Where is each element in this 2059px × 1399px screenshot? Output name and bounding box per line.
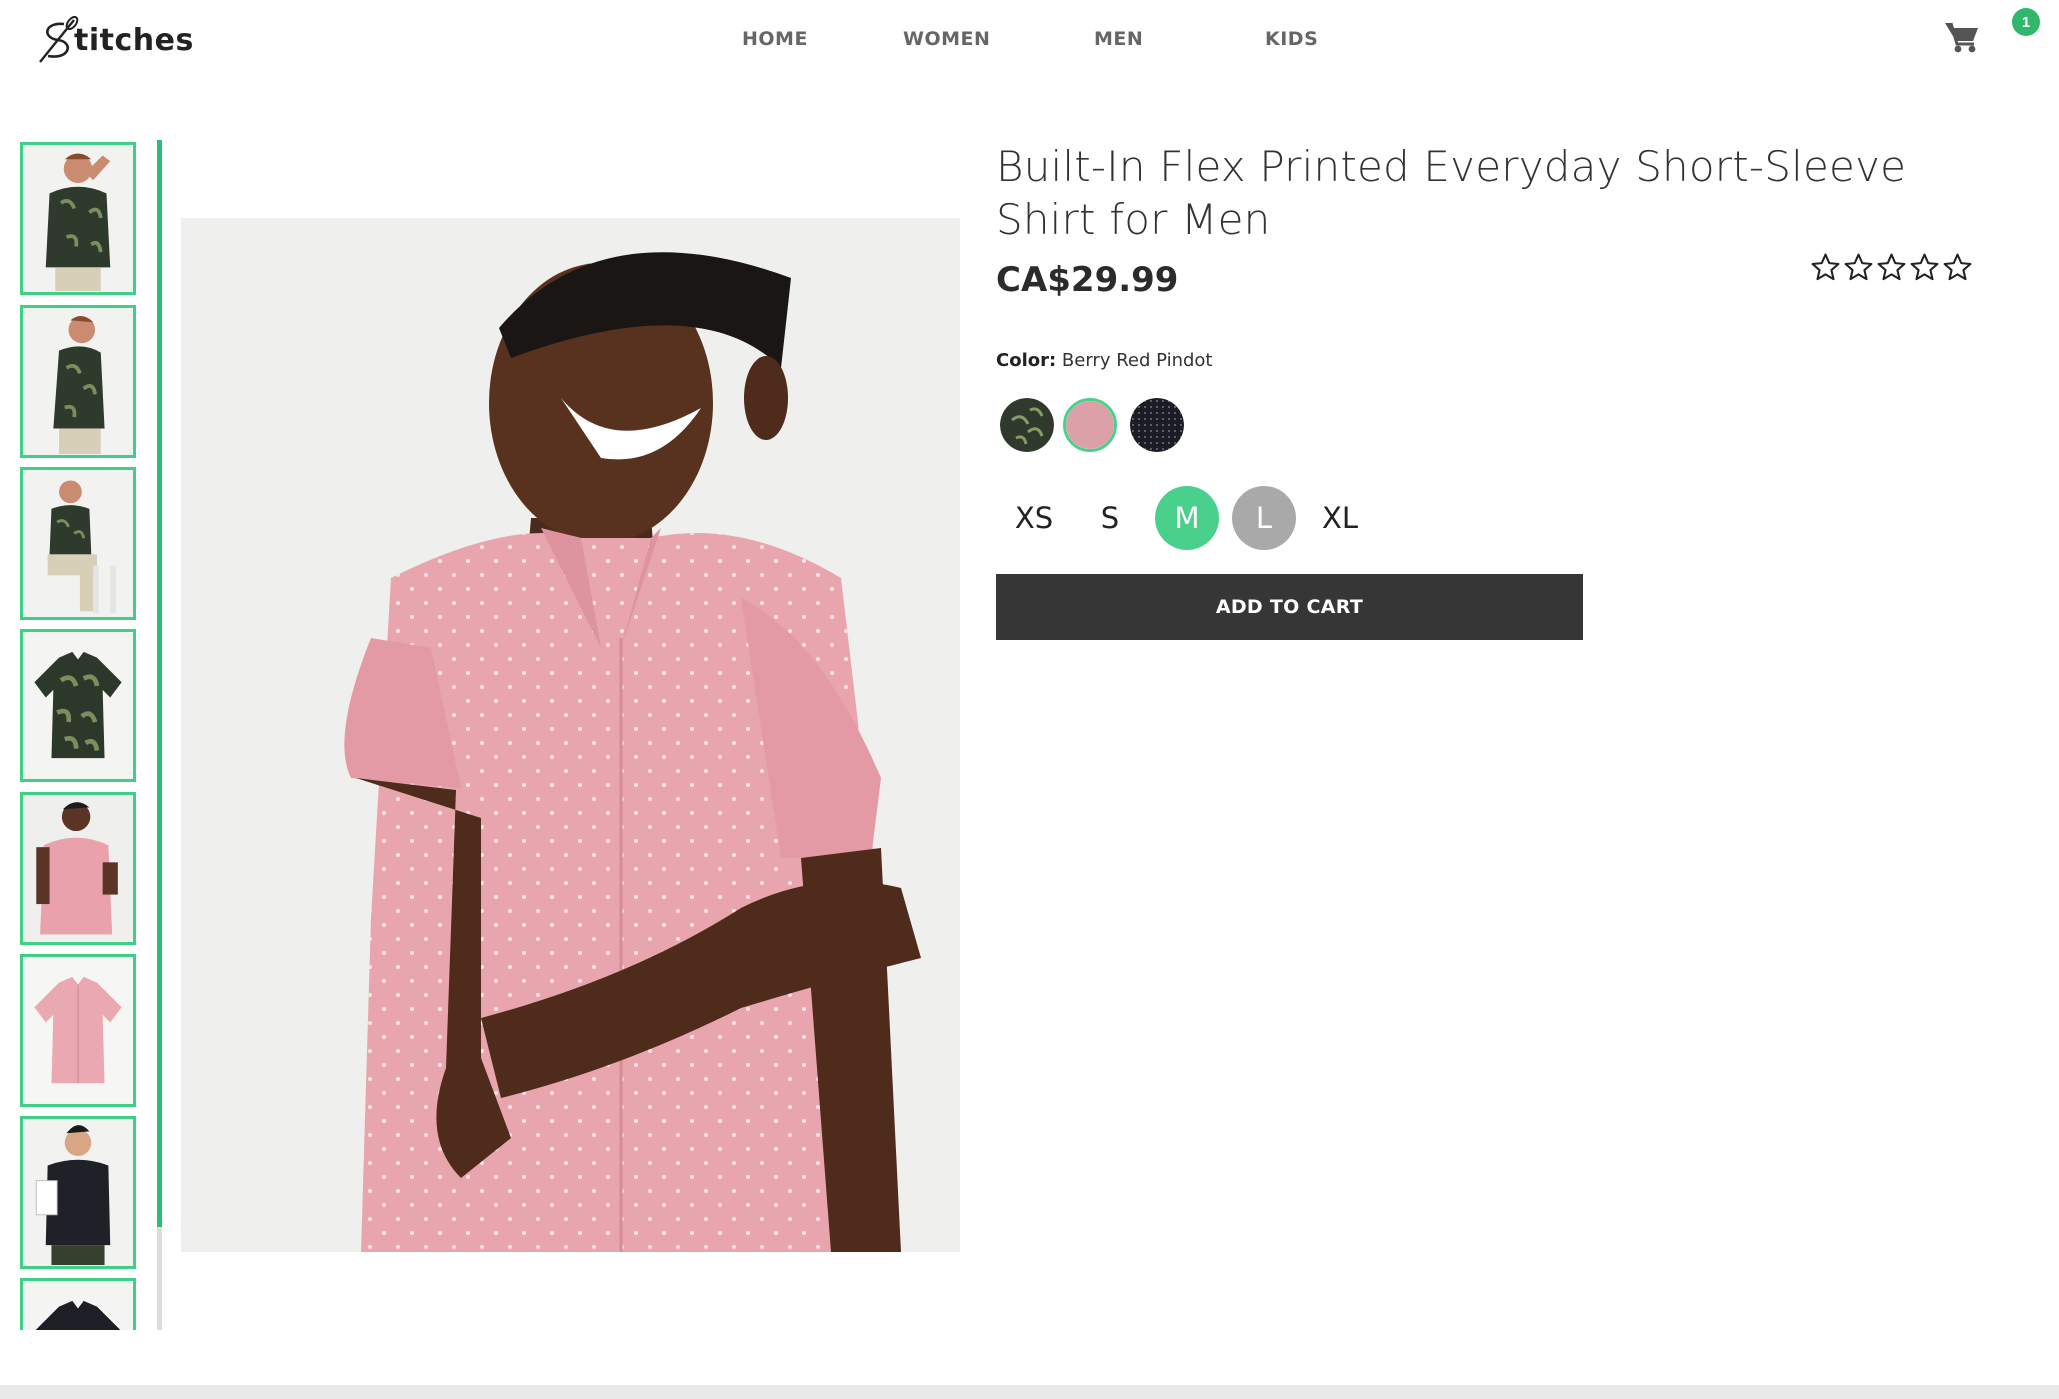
star-outline-icon[interactable] (1843, 252, 1874, 283)
thumbnail-5[interactable] (20, 792, 136, 945)
star-outline-icon[interactable] (1876, 252, 1907, 283)
model-black-pindot-image (23, 1119, 133, 1266)
swatch-green-leaf[interactable] (1000, 398, 1054, 452)
product-title: Built-In Flex Printed Everyday Short-Sle… (996, 142, 1907, 244)
pink-pindot-pattern-icon (1066, 401, 1114, 449)
thumbnail-4[interactable] (20, 629, 136, 782)
color-label: Color: (996, 350, 1057, 371)
model-pink-pindot-large-image (181, 218, 960, 1252)
size-xl[interactable]: XL (1308, 486, 1372, 550)
size-s[interactable]: S (1078, 486, 1142, 550)
shopping-cart-icon[interactable] (1944, 20, 1980, 54)
shirt-green-leaf-flat-image (23, 632, 133, 779)
size-m[interactable]: M (1155, 486, 1219, 550)
thumbnail-7[interactable] (20, 1116, 136, 1269)
thumbnail-scrollbar-thumb[interactable] (157, 140, 162, 1227)
main-nav: HOME WOMEN MEN KIDS (0, 28, 2059, 56)
nav-men[interactable]: MEN (1094, 28, 1143, 50)
thumbnail-strip (20, 142, 142, 1330)
model-green-leaf-front-image (23, 145, 133, 292)
thumbnail-2[interactable] (20, 305, 136, 458)
product-page: titches HOME WOMEN MEN KIDS 1 Built-In F… (0, 0, 2059, 1399)
nav-kids[interactable]: KIDS (1265, 28, 1318, 50)
model-green-leaf-side-image (23, 308, 133, 455)
leaf-pattern-icon (1000, 398, 1054, 452)
swatch-berry-red-pindot[interactable] (1063, 398, 1117, 452)
model-green-leaf-seated-image (23, 470, 133, 617)
color-selection-text: Color: Berry Red Pindot (996, 350, 1213, 371)
cart-count-badge: 1 (2012, 8, 2040, 36)
nav-women[interactable]: WOMEN (903, 28, 990, 50)
window-bottom-edge (0, 1385, 2059, 1399)
main-product-image[interactable] (181, 218, 960, 1252)
star-outline-icon[interactable] (1909, 252, 1940, 283)
thumbnail-3[interactable] (20, 467, 136, 620)
product-price: CA$29.99 (996, 260, 1179, 300)
size-l[interactable]: L (1232, 486, 1296, 550)
star-outline-icon[interactable] (1942, 252, 1973, 283)
star-rating[interactable] (1810, 252, 1973, 283)
thumbnail-1[interactable] (20, 142, 136, 295)
nav-home[interactable]: HOME (742, 28, 808, 50)
thumbnail-6[interactable] (20, 954, 136, 1107)
shirt-black-pindot-flat-image (23, 1281, 133, 1330)
shirt-pink-pindot-flat-image (23, 957, 133, 1104)
add-to-cart-button[interactable]: ADD TO CART (996, 574, 1583, 640)
model-pink-pindot-image (23, 795, 133, 942)
color-value: Berry Red Pindot (1061, 350, 1213, 371)
swatch-black-pindot[interactable] (1130, 398, 1184, 452)
size-xs[interactable]: XS (1002, 486, 1066, 550)
thumbnail-8[interactable] (20, 1278, 136, 1330)
star-outline-icon[interactable] (1810, 252, 1841, 283)
black-pindot-pattern-icon (1130, 398, 1184, 452)
